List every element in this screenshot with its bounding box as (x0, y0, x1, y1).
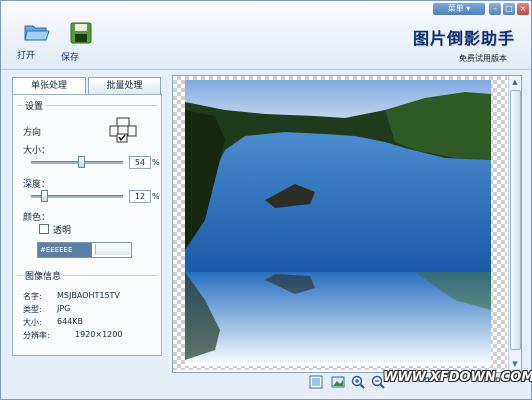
info-title: 图像信息 (23, 269, 64, 282)
info-size-value: 644KB (57, 317, 84, 326)
image-icon[interactable] (331, 375, 345, 389)
image-viewer[interactable]: ▲ ▼ (172, 75, 522, 373)
info-size-label: 大小: (23, 318, 42, 327)
floppy-save-icon (70, 22, 92, 44)
info-name-label: 名字: (23, 292, 42, 301)
info-name-value: MSJBAOHT15TV (57, 291, 120, 300)
app-window: 打开 保存 菜单 ▾ – □ × 图片倒影助手 免费试用版本 单张处理 批量处理… (0, 0, 532, 400)
brand-subtitle: 免费试用版本 (459, 54, 507, 63)
maximize-button[interactable]: □ (503, 3, 515, 15)
size-label: 大小： (23, 146, 51, 156)
folder-open-icon (24, 25, 50, 41)
scroll-down-arrow-icon[interactable]: ▼ (510, 359, 520, 369)
zoom-in-icon[interactable] (351, 375, 365, 389)
scroll-up-arrow-icon[interactable]: ▲ (510, 77, 520, 87)
color-label: 颜色： (23, 213, 51, 223)
open-button[interactable]: 打开 (17, 21, 57, 61)
vertical-scrollbar[interactable]: ▲ ▼ (508, 76, 521, 370)
size-percent: % (152, 158, 160, 167)
transparent-label: 透明 (53, 226, 72, 236)
save-button[interactable]: 保存 (61, 21, 101, 63)
preview-image (185, 80, 491, 366)
color-value: #EEEEEE (38, 243, 92, 257)
direction-label: 方向 (23, 128, 42, 138)
scroll-thumb[interactable] (510, 90, 521, 350)
close-button[interactable]: × (517, 3, 529, 15)
menu-button[interactable]: 菜单 ▾ (433, 3, 485, 15)
info-type-label: 类型: (23, 305, 42, 314)
brand: 图片倒影助手 免费试用版本 (405, 25, 515, 64)
info-resolution-label: 分辨率: (23, 331, 50, 340)
depth-slider-thumb[interactable] (41, 190, 49, 202)
settings-panel: 设置 方向 大小： 54 % 深度： 12 % 颜色： 透明 #EEEEEE 图… (12, 94, 162, 356)
depth-value-field[interactable]: 12 (129, 190, 151, 203)
menu-label: 菜单 (447, 4, 464, 13)
toolbar: 打开 保存 菜单 ▾ – □ × 图片倒影助手 免费试用版本 (1, 1, 531, 70)
size-value-field[interactable]: 54 (129, 156, 151, 169)
info-resolution-value: 1920×1200 (75, 330, 123, 339)
transparent-checkbox[interactable] (39, 224, 49, 234)
settings-title: 设置 (23, 99, 46, 112)
info-type-value: JPG (57, 304, 71, 313)
minimize-button[interactable]: – (489, 3, 501, 15)
watermark-text: WWW.XFDOWN.COM (383, 370, 532, 385)
depth-percent: % (152, 192, 160, 201)
color-picker[interactable]: #EEEEEE (37, 242, 132, 258)
depth-label: 深度： (23, 180, 51, 190)
size-slider-thumb[interactable] (77, 156, 85, 168)
save-label: 保存 (61, 53, 80, 63)
open-label: 打开 (17, 51, 36, 61)
brand-title: 图片倒影助手 (412, 29, 515, 48)
direction-selector-icon[interactable] (109, 117, 137, 143)
fit-view-icon[interactable] (309, 375, 323, 389)
tab-strip: 单张处理 批量处理 (12, 77, 161, 96)
color-swatch-button[interactable] (95, 244, 130, 255)
